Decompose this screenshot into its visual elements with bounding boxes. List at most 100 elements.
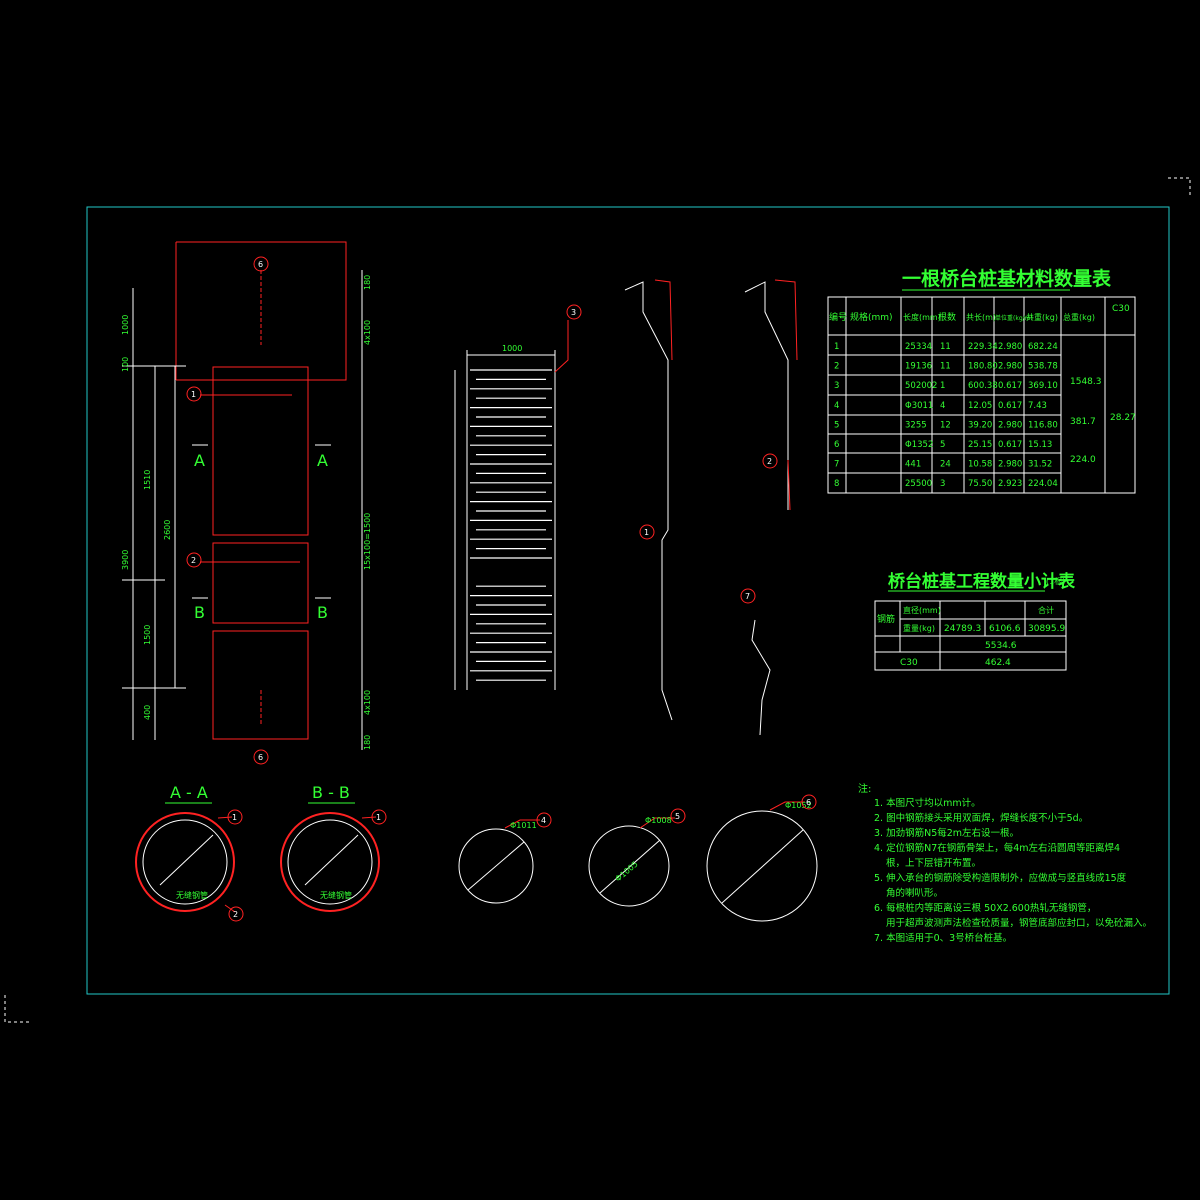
material-table-cell: 1 — [940, 381, 945, 391]
material-table-cell: 25334 — [905, 342, 932, 352]
callout-5: 5 — [675, 812, 680, 821]
mt-h-len: 长度(mm) — [903, 312, 941, 322]
cad-drawing: A A B B 1000 100 1510 3900 1500 400 2600… — [4, 177, 1191, 1023]
material-table-title: 一根桥台桩基材料数量表 — [902, 267, 1112, 290]
callout-1b: 1 — [644, 528, 649, 537]
callout-2: 2 — [191, 556, 196, 565]
dim-right-1: 180 — [363, 275, 372, 290]
material-table-cell: 15.13 — [1028, 440, 1052, 450]
material-table-cell: 2 — [834, 362, 839, 372]
material-table-cell: 2.980 — [998, 362, 1022, 372]
st-c30-label: C30 — [900, 658, 918, 668]
stirrup-circles — [458, 801, 818, 922]
material-table-cell: 7 — [834, 460, 839, 470]
material-table-cell: 441 — [905, 460, 921, 470]
mt-h-spec: 规格(mm) — [850, 311, 893, 323]
callout-1c: 1 — [232, 813, 237, 822]
note-line: 7. 本图适用于0、3号桥台桩基。 — [874, 932, 1012, 944]
mt-total-2: 381.7 — [1070, 417, 1096, 427]
material-table-cell: 3255 — [905, 420, 927, 430]
material-table-cell: 11 — [940, 362, 951, 372]
dim-left-1: 1000 — [121, 315, 130, 335]
material-table-cell: 12.05 — [968, 401, 992, 411]
material-table-cell: 31.52 — [1028, 460, 1052, 470]
mt-h-no: 编号 — [829, 311, 847, 323]
note-line: 1. 本图尺寸均以mm计。 — [874, 797, 981, 809]
material-table-cell: 116.80 — [1028, 420, 1058, 430]
material-table-cell: 11 — [940, 342, 951, 352]
pipe-label-aa: 无缝钢管 — [176, 890, 208, 900]
material-table-cell: 5 — [940, 440, 945, 450]
material-table-cell: 2.923 — [998, 479, 1022, 489]
callout-1: 1 — [191, 390, 196, 399]
dim-right-4: 4x100 — [363, 690, 372, 715]
note-line: 4. 定位钢筋N7在钢筋骨架上，每4m左右沿圆周等距离焊4 — [874, 842, 1120, 854]
material-table-cell: 7.43 — [1028, 401, 1047, 411]
material-table-cell: 0.617 — [998, 440, 1022, 450]
dim-right-5: 180 — [363, 735, 372, 750]
material-table-cell: 2.980 — [998, 420, 1022, 430]
callout-6-bottom: 6 — [258, 753, 263, 762]
material-table-cell: Φ3011 — [905, 401, 933, 411]
material-table-cell: 4 — [940, 401, 945, 411]
material-table-cell: 502002 — [905, 381, 937, 391]
material-table-cell: 0.617 — [998, 401, 1022, 411]
note-line: 角的喇叭形。 — [886, 887, 943, 899]
dim-circle-4: Φ1011 — [510, 821, 537, 830]
mt-total-3: 224.0 — [1070, 455, 1096, 465]
section-marker-a-left: A — [194, 451, 205, 470]
section-bb-title: B - B — [312, 783, 350, 802]
callout-6-top: 6 — [258, 260, 263, 269]
dim-left-7: 2600 — [163, 520, 172, 540]
material-table-cell: 8 — [834, 479, 839, 489]
section-marker-a-right: A — [317, 451, 328, 470]
material-table-cell: 180.80 — [968, 362, 998, 372]
corner-mark-top — [1168, 177, 1191, 196]
section-marker-b-left: B — [194, 603, 205, 622]
dim-right-3: 15x100=1500 — [363, 513, 372, 570]
mt-h-total-len: 共长(m) — [966, 312, 996, 322]
material-table-cell: 25.15 — [968, 440, 992, 450]
material-table-cell: 24 — [940, 460, 951, 470]
material-table-cell: 229.34 — [968, 342, 998, 352]
callout-3: 3 — [571, 308, 576, 317]
material-table-cell: 4 — [834, 401, 839, 411]
st-weight-3: 30895.9 — [1028, 624, 1065, 634]
material-table-cell: 25500 — [905, 479, 932, 489]
st-weight-label: 重量(kg) — [903, 623, 935, 633]
rebar-cage-elevation — [454, 320, 569, 690]
dim-right-2: 4x100 — [363, 320, 372, 345]
summary-title-note: (1根) — [1046, 576, 1065, 586]
material-table-cell: 538.78 — [1028, 362, 1058, 372]
material-table-cell: 19136 — [905, 362, 932, 372]
material-table-cell: 6 — [834, 440, 839, 450]
material-table-cell: 5 — [834, 420, 839, 430]
dim-circle-5b: Φ1005 — [614, 860, 640, 884]
note-line: 3. 加劲钢筋N5每2m左右设一根。 — [874, 827, 1019, 839]
note-line: 根，上下层错开布置。 — [886, 857, 981, 869]
mt-h-count: 根数 — [938, 311, 956, 323]
mt-h-sum: 总重(kg) — [1063, 312, 1095, 322]
material-table-cell: 3 — [940, 479, 945, 489]
section-marker-b-right: B — [317, 603, 328, 622]
dim-left-5: 1500 — [143, 625, 152, 645]
material-table-cell: 600.38 — [968, 381, 998, 391]
material-table-cell: 224.04 — [1028, 479, 1058, 489]
pipe-label-bb: 无缝钢管 — [320, 890, 352, 900]
material-table-cell: 75.50 — [968, 479, 992, 489]
callouts — [186, 256, 817, 922]
dim-left-3: 1510 — [143, 470, 152, 490]
pile-elevation — [122, 241, 363, 750]
material-table-cell: 2.980 — [998, 460, 1022, 470]
material-table-cell: 3 — [834, 381, 839, 391]
material-table-cell: Φ1352 — [905, 440, 933, 450]
st-weight-2: 6106.6 — [989, 624, 1021, 634]
section-aa-title: A - A — [170, 783, 208, 802]
mt-h-wt: 共重(kg) — [1026, 312, 1058, 322]
dim-left-2: 100 — [121, 357, 130, 372]
note-line: 6. 每根桩内等距离设三根 50X2.600热轧无缝钢管， — [874, 902, 1096, 914]
callout-4: 4 — [541, 816, 546, 825]
mt-c30: 28.27 — [1110, 413, 1136, 423]
corner-mark-bottom — [4, 995, 30, 1023]
st-col-header: 直径(mm) — [903, 605, 941, 615]
